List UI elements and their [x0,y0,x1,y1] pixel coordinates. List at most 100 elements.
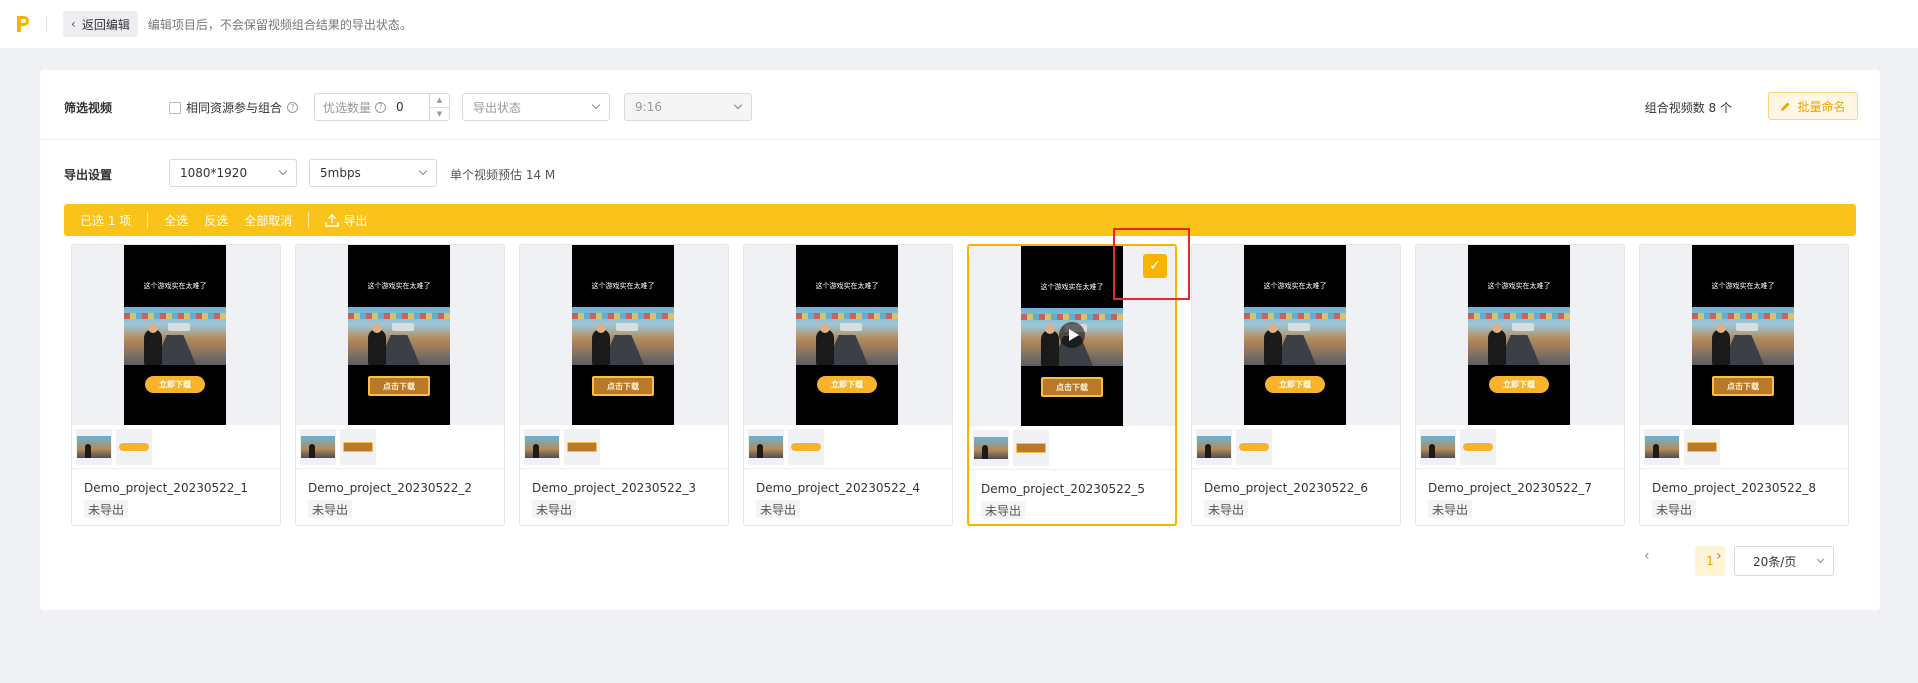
cta-banner: 点击下载 [368,376,430,396]
cancel-all-button[interactable]: 全部取消 [244,212,292,229]
export-status-select[interactable]: 导出状态 [462,93,610,121]
export-status-badge: 未导出 [532,500,577,518]
game-scene-image [348,307,450,365]
help-icon[interactable]: ? [375,101,387,113]
video-card[interactable]: 这个游戏实在太难了 立即下载 Demo_project_20230522_4 未… [743,244,953,526]
video-caption: 这个游戏实在太难了 [1711,282,1775,290]
batch-rename-label: 批量命名 [1797,99,1846,114]
video-card[interactable]: 这个游戏实在太难了 点击下载 Demo_project_20230522_8 未… [1639,244,1849,526]
filter-row: 筛选视频 相同资源参与组合 ? 优选数量 ? 0 ▲ ▼ 导出状态 9:16 组… [40,70,1880,140]
asset-thumbnail[interactable] [748,428,784,465]
asset-strip [1640,425,1848,469]
ratio-select[interactable]: 9:16 [624,93,752,121]
help-icon[interactable]: ? [287,102,299,113]
invert-selection-button[interactable]: 反选 [204,212,228,229]
priority-count-input[interactable]: 优选数量 ? 0 ▲ ▼ [314,93,450,121]
back-to-edit-button[interactable]: ‹ 返回编辑 [63,11,138,37]
step-up-icon[interactable]: ▲ [430,94,449,108]
video-name: Demo_project_20230522_3 [532,481,697,495]
chevron-down-icon [591,100,601,110]
selected-check-icon[interactable]: ✓ [1143,254,1167,278]
batch-rename-button[interactable]: 批量命名 [1768,92,1858,120]
video-card[interactable]: 这个游戏实在太难了 点击下载 ✓ Demo_project_20230522_5… [967,244,1177,526]
video-thumbnail-area[interactable]: 这个游戏实在太难了 点击下载 [1640,245,1848,425]
asset-thumbnail[interactable] [1236,428,1272,465]
asset-thumbnail[interactable] [1420,428,1456,465]
resolution-select[interactable]: 1080*1920 [169,159,297,187]
video-card[interactable]: 这个游戏实在太难了 点击下载 Demo_project_20230522_3 未… [519,244,729,526]
asset-thumbnail[interactable] [1644,428,1680,465]
video-thumbnail[interactable]: 这个游戏实在太难了 点击下载 [348,245,450,425]
chevron-left-icon[interactable]: ‹ [1644,548,1650,564]
video-thumbnail[interactable]: 这个游戏实在太难了 点击下载 [1021,246,1123,426]
priority-value[interactable]: 0 [396,100,404,114]
selection-toolbar: 已选 1 项 全选 反选 全部取消 导出 [64,204,1856,236]
asset-thumbnail[interactable] [1196,428,1232,465]
video-caption: 这个游戏实在太难了 [591,282,655,290]
select-all-button[interactable]: 全选 [164,212,188,229]
game-scene-image [796,307,898,365]
export-status-badge: 未导出 [756,500,801,518]
ratio-value: 9:16 [635,100,662,114]
video-thumbnail-area[interactable]: 这个游戏实在太难了 点击下载 ✓ [969,246,1175,426]
asset-thumbnail[interactable] [524,428,560,465]
video-thumbnail-area[interactable]: 这个游戏实在太难了 点击下载 [296,245,504,425]
video-thumbnail-area[interactable]: 这个游戏实在太难了 立即下载 [72,245,280,425]
video-card[interactable]: 这个游戏实在太难了 点击下载 Demo_project_20230522_2 未… [295,244,505,526]
chevron-down-icon [278,166,288,176]
asset-thumbnail[interactable] [116,428,152,465]
pencil-icon [1781,102,1790,111]
asset-thumbnail[interactable] [1460,428,1496,465]
cta-banner: 点击下载 [1712,376,1774,396]
resolution-value: 1080*1920 [180,166,248,180]
video-thumbnail-area[interactable]: 这个游戏实在太难了 立即下载 [1192,245,1400,425]
same-source-checkbox[interactable]: 相同资源参与组合 ? [169,99,299,116]
game-scene-image [572,307,674,365]
play-icon[interactable] [1059,322,1085,348]
video-card[interactable]: 这个游戏实在太难了 立即下载 Demo_project_20230522_1 未… [71,244,281,526]
cta-banner: 立即下载 [817,376,877,393]
asset-strip [969,426,1175,470]
game-scene-image [1468,307,1570,365]
chevron-down-icon [418,166,428,176]
chevron-right-icon[interactable]: › [1716,548,1722,564]
asset-strip [744,425,952,469]
asset-thumbnail[interactable] [1013,429,1049,466]
video-card[interactable]: 这个游戏实在太难了 立即下载 Demo_project_20230522_6 未… [1191,244,1401,526]
asset-thumbnail[interactable] [973,429,1009,466]
asset-thumbnail[interactable] [1684,428,1720,465]
video-thumbnail-area[interactable]: 这个游戏实在太难了 点击下载 [520,245,728,425]
asset-thumbnail[interactable] [788,428,824,465]
edit-hint: 编辑项目后，不会保留视频组合结果的导出状态。 [147,17,412,32]
video-thumbnail-area[interactable]: 这个游戏实在太难了 立即下载 [1416,245,1624,425]
video-card[interactable]: 这个游戏实在太难了 立即下载 Demo_project_20230522_7 未… [1415,244,1625,526]
video-thumbnail[interactable]: 这个游戏实在太难了 立即下载 [1244,245,1346,425]
video-thumbnail[interactable]: 这个游戏实在太难了 点击下载 [1692,245,1794,425]
video-thumbnail[interactable]: 这个游戏实在太难了 立即下载 [1468,245,1570,425]
asset-thumbnail[interactable] [300,428,336,465]
step-down-icon[interactable]: ▼ [430,108,449,121]
cta-banner: 点击下载 [592,376,654,396]
bitrate-select[interactable]: 5mbps [309,159,437,187]
asset-strip [72,425,280,469]
video-thumbnail-area[interactable]: 这个游戏实在太难了 立即下载 [744,245,952,425]
asset-thumbnail[interactable] [340,428,376,465]
asset-thumbnail[interactable] [76,428,112,465]
video-thumbnail[interactable]: 这个游戏实在太难了 立即下载 [124,245,226,425]
checkbox-box[interactable] [169,101,181,114]
export-status-badge: 未导出 [308,500,353,518]
asset-strip [296,425,504,469]
video-name: Demo_project_20230522_4 [756,481,921,495]
top-bar: ‹ 返回编辑 编辑项目后，不会保留视频组合结果的导出状态。 [0,0,1918,48]
export-status-badge: 未导出 [1428,500,1473,518]
export-button[interactable]: 导出 [325,212,367,229]
video-thumbnail[interactable]: 这个游戏实在太难了 立即下载 [796,245,898,425]
video-caption: 这个游戏实在太难了 [1487,282,1551,290]
chevron-down-icon [1816,555,1825,564]
page-size-select[interactable]: 20条/页 [1734,546,1834,576]
asset-strip [1192,425,1400,469]
divider [147,212,149,228]
video-thumbnail[interactable]: 这个游戏实在太难了 点击下载 [572,245,674,425]
asset-thumbnail[interactable] [564,428,600,465]
app-logo-icon[interactable] [12,13,34,35]
